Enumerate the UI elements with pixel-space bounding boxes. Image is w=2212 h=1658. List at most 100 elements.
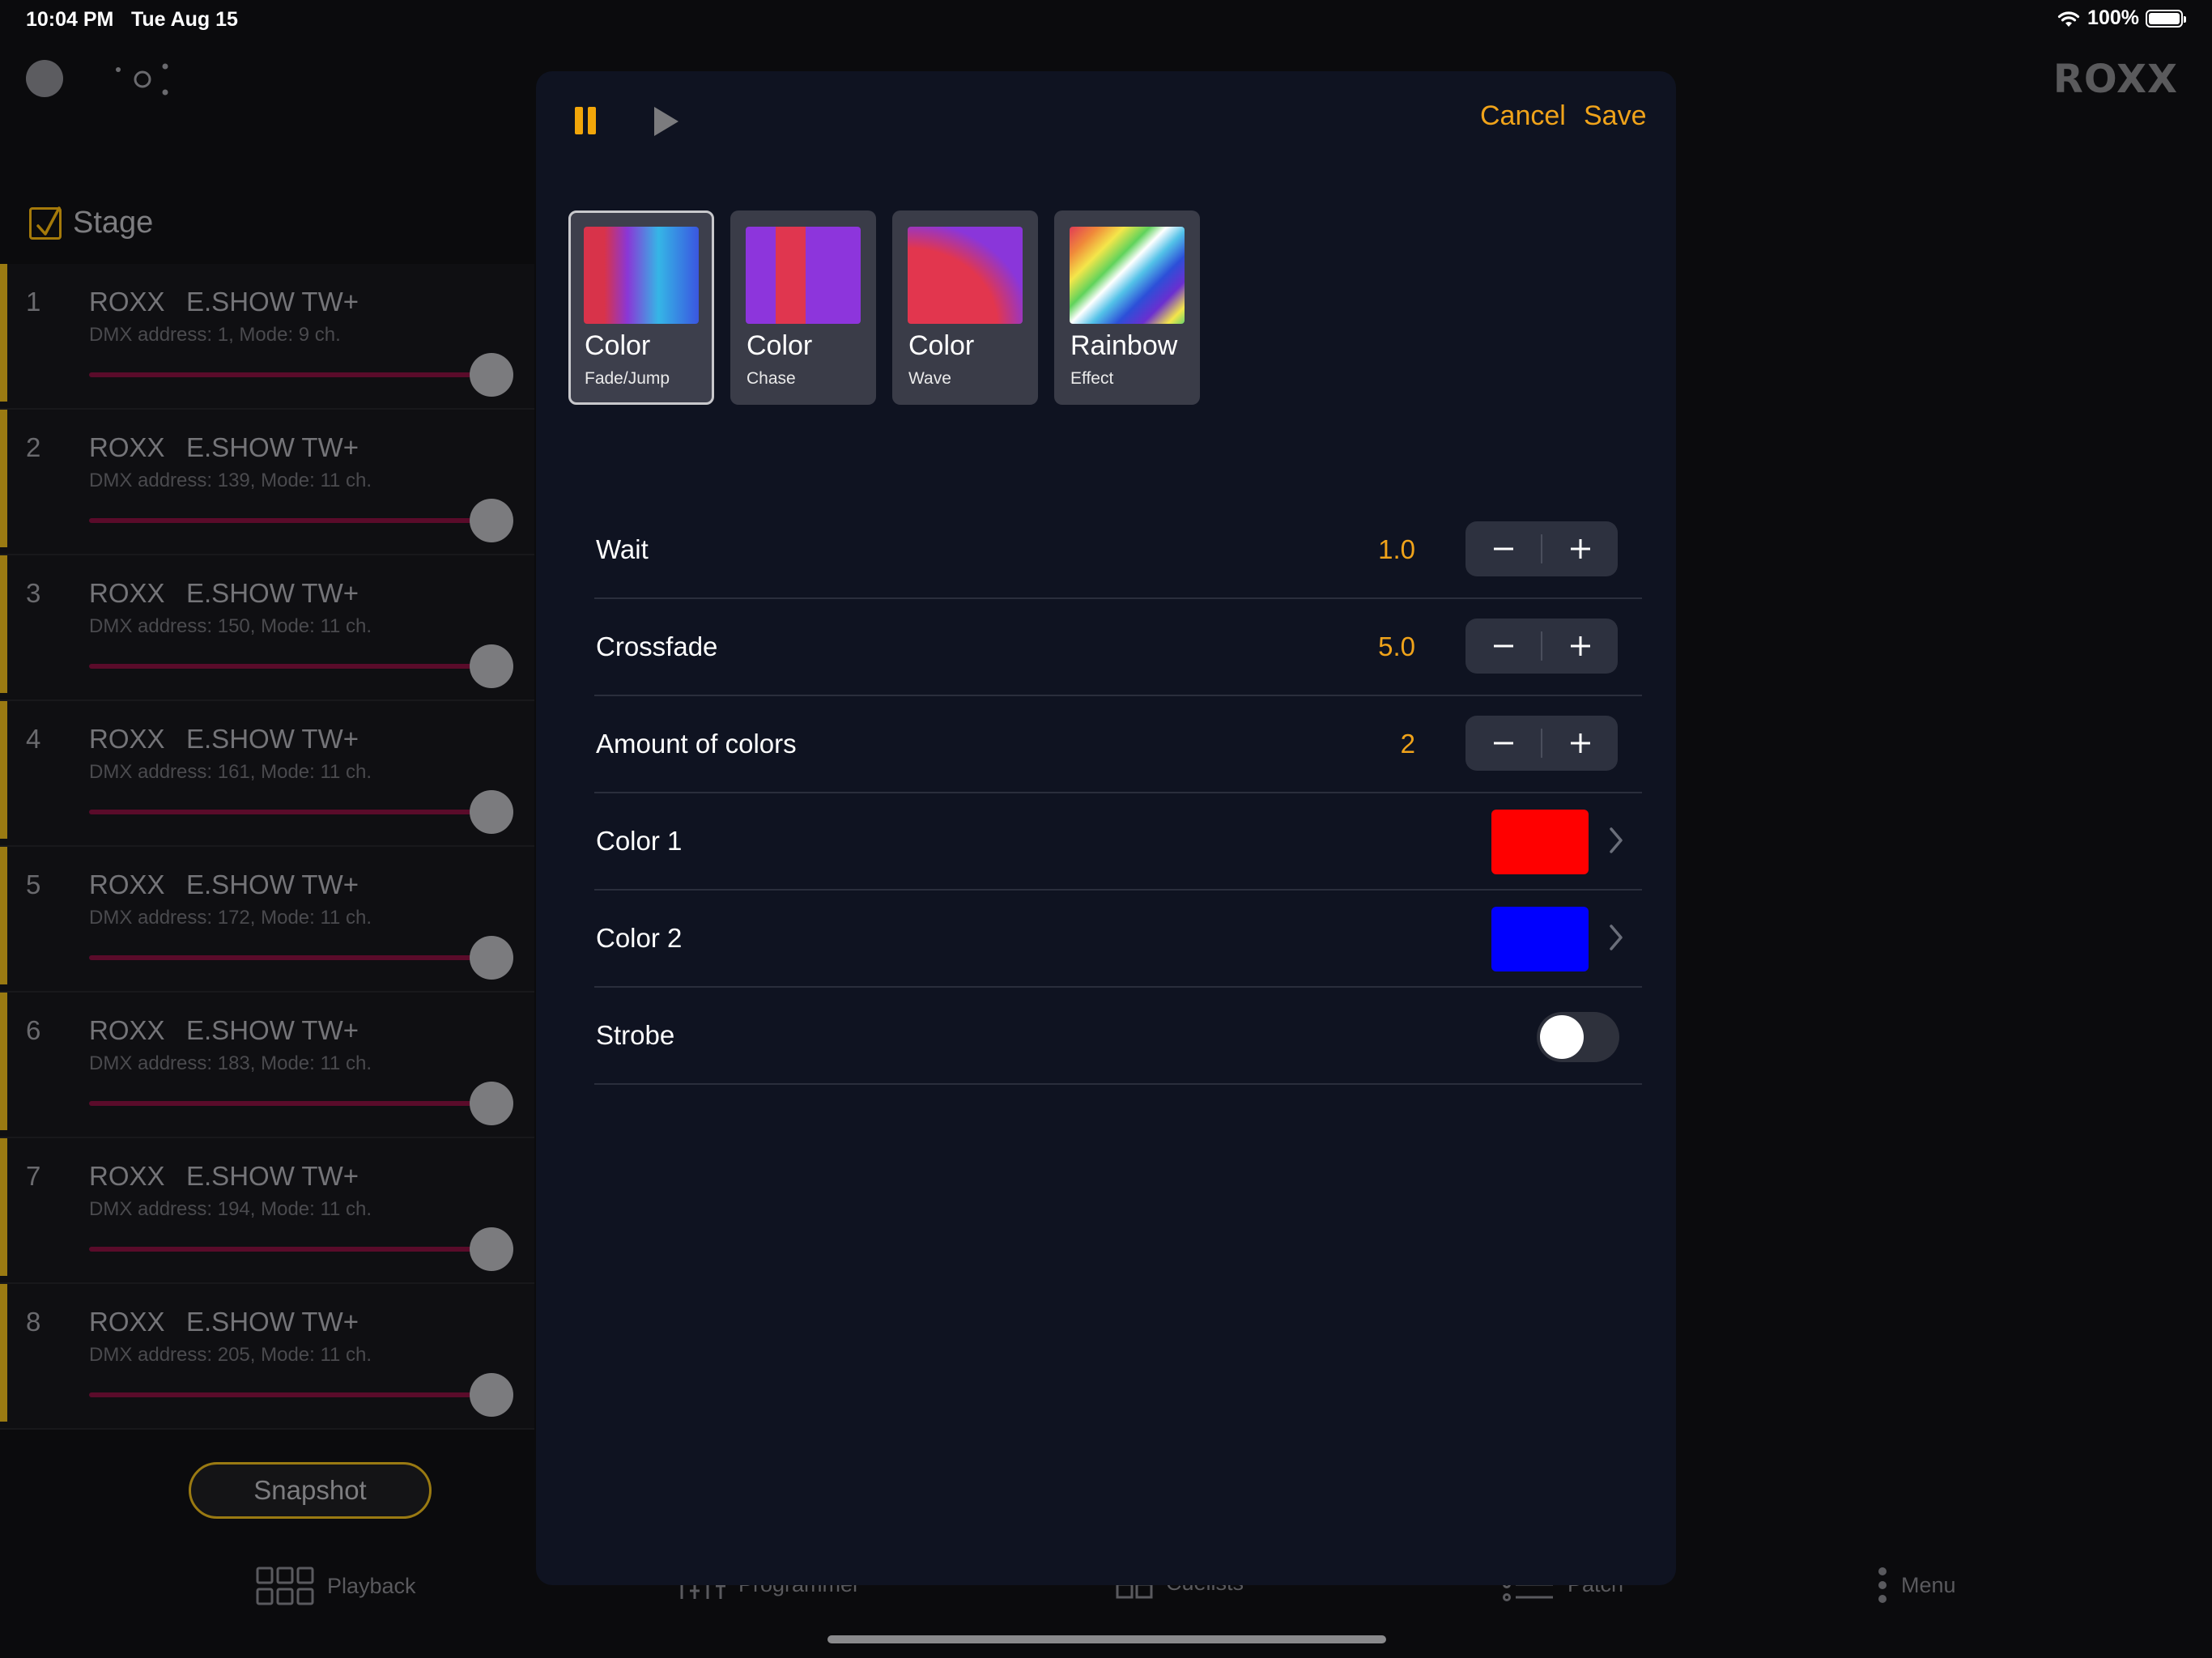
cancel-button[interactable]: Cancel [1480,100,1566,132]
fixture-row[interactable]: 7 ROXX E.SHOW TW+ DMX address: 194, Mode… [0,1138,534,1284]
fixture-dimmer-knob[interactable] [470,353,513,397]
setting-row-color-2[interactable]: Color 2 [594,891,1642,988]
pause-icon-bar-right [588,107,596,134]
fixture-dimmer-track[interactable] [89,1247,491,1252]
effect-type-picker: Color Fade/Jump Color Chase Color Wave R… [568,210,1200,405]
fixture-dimmer-knob[interactable] [470,1227,513,1271]
fixture-dimmer-knob[interactable] [470,1373,513,1417]
fixture-row[interactable]: 1 ROXX E.SHOW TW+ DMX address: 1, Mode: … [0,264,534,410]
stage-checkbox[interactable] [29,206,62,240]
fixture-brand: ROXX [89,432,165,462]
fixture-model: E.SHOW TW+ [186,1307,359,1337]
fixture-row[interactable]: 3 ROXX E.SHOW TW+ DMX address: 150, Mode… [0,555,534,701]
fixture-dimmer-knob[interactable] [470,790,513,834]
roxx-logo: ROXX [2052,57,2178,102]
fixture-dimmer-knob[interactable] [470,499,513,542]
fixture-dimmer-track[interactable] [89,372,491,377]
check-icon [36,206,61,236]
effect-color-wave[interactable]: Color Wave [892,210,1038,405]
tab-menu[interactable]: Menu [1877,1567,1956,1604]
pause-icon-bar-left [575,107,583,134]
fixture-dimmer-knob[interactable] [470,644,513,688]
effect-editor-modal: Cancel Save Color Fade/Jump Color Chase … [536,71,1676,1585]
plus-icon [1570,733,1590,753]
network-dots-icon[interactable] [113,62,170,97]
fixture-dimmer-track[interactable] [89,518,491,523]
setting-row-color-1[interactable]: Color 1 [594,793,1642,891]
effect-rainbow[interactable]: Rainbow Effect [1054,210,1200,405]
fixture-accent-bar [0,1284,7,1422]
fixture-dimmer-track[interactable] [89,955,491,960]
fixture-dimmer-track[interactable] [89,1392,491,1397]
fixture-model: E.SHOW TW+ [186,1161,359,1191]
crossfade-stepper [1465,619,1618,674]
tab-playback-label: Playback [327,1573,416,1598]
effect-thumbnail [584,227,699,324]
stage-label: Stage [73,206,154,240]
effect-name: Color [908,330,975,361]
pause-button[interactable] [570,102,602,141]
home-indicator[interactable] [827,1635,1386,1643]
play-icon[interactable] [646,102,683,141]
tab-playback[interactable]: Playback [256,1567,416,1605]
color-2-swatch[interactable] [1491,907,1589,971]
fixture-list: 1 ROXX E.SHOW TW+ DMX address: 1, Mode: … [0,264,534,1430]
fixture-row[interactable]: 5 ROXX E.SHOW TW+ DMX address: 172, Mode… [0,847,534,993]
fixture-accent-bar [0,264,7,402]
fixture-brand: ROXX [89,578,165,608]
setting-label: Crossfade [596,631,718,661]
effect-color-fade-jump[interactable]: Color Fade/Jump [568,210,714,405]
fixture-brand: ROXX [89,724,165,754]
increment-button[interactable] [1542,619,1618,674]
fixture-dimmer-track[interactable] [89,664,491,669]
strobe-toggle[interactable] [1537,1012,1619,1062]
status-right: 100% [2057,6,2186,30]
decrement-button[interactable] [1465,521,1541,576]
fixture-row[interactable]: 2 ROXX E.SHOW TW+ DMX address: 139, Mode… [0,410,534,555]
snapshot-button[interactable]: Snapshot [189,1462,432,1519]
fixture-brand: ROXX [89,287,165,317]
fixture-dimmer-track[interactable] [89,810,491,814]
effect-color-chase[interactable]: Color Chase [730,210,876,405]
fixture-dmx-info: DMX address: 172, Mode: 11 ch. [89,907,372,929]
vertical-dots-icon [1878,1567,1887,1603]
effect-thumbnail [1070,227,1185,324]
fixture-row[interactable]: 4 ROXX E.SHOW TW+ DMX address: 161, Mode… [0,701,534,847]
status-circle-icon[interactable] [26,60,63,97]
toggle-knob [1540,1015,1584,1059]
setting-row-strobe: Strobe [594,988,1642,1085]
fixture-dimmer-knob[interactable] [470,936,513,980]
fixture-accent-bar [0,993,7,1130]
plus-icon [1570,636,1590,656]
effect-name: Color [585,330,651,361]
fixture-brand: ROXX [89,1015,165,1045]
save-button[interactable]: Save [1584,100,1647,132]
setting-row-amount-of-colors: Amount of colors 2 [594,696,1642,793]
fixture-dimmer-knob[interactable] [470,1082,513,1125]
fixture-dimmer-track[interactable] [89,1101,491,1106]
fixture-accent-bar [0,555,7,693]
stage-header[interactable]: Stage [29,206,153,240]
fixture-number: 2 [26,432,41,462]
fixture-row[interactable]: 8 ROXX E.SHOW TW+ DMX address: 205, Mode… [0,1284,534,1430]
fixture-number: 3 [26,578,41,608]
minus-icon [1493,547,1513,551]
fixture-row[interactable]: 6 ROXX E.SHOW TW+ DMX address: 183, Mode… [0,993,534,1138]
increment-button[interactable] [1542,521,1618,576]
color-1-swatch[interactable] [1491,810,1589,874]
fixture-number: 6 [26,1015,41,1045]
fixture-brand: ROXX [89,1307,165,1337]
amount-of-colors-value: 2 [1400,729,1415,759]
increment-button[interactable] [1542,716,1618,771]
battery-icon [2146,9,2186,28]
wait-value: 1.0 [1378,534,1415,564]
effect-subtitle: Fade/Jump [585,369,670,388]
decrement-button[interactable] [1465,716,1541,771]
fixture-accent-bar [0,701,7,839]
effect-thumbnail [908,227,1023,324]
setting-label: Color 2 [596,923,683,953]
chevron-right-icon [1610,827,1623,853]
status-date: Tue Aug 15 [131,8,238,31]
fixture-number: 1 [26,287,41,317]
decrement-button[interactable] [1465,619,1541,674]
